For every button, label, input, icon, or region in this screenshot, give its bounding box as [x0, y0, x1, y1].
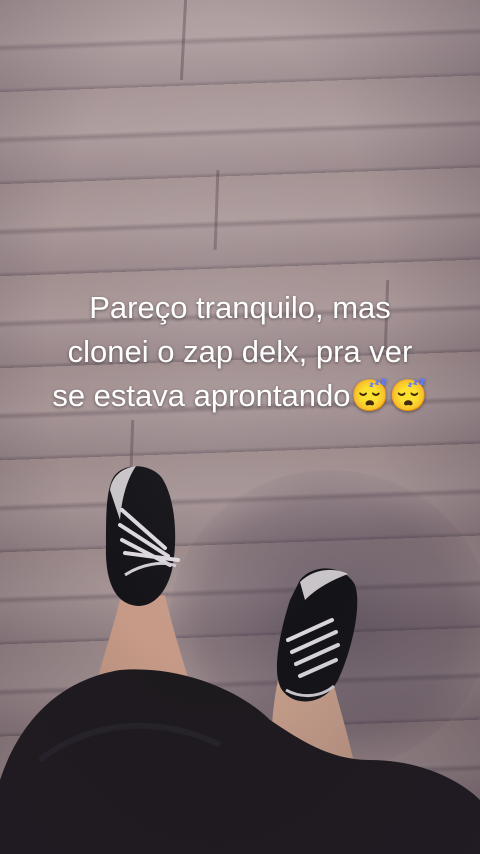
caption-line-2: clonei o zap delx, pra ver [67, 334, 413, 369]
caption-line-1: Pareço tranquilo, mas [89, 290, 391, 325]
story-caption: Pareço tranquilo, mas clonei o zap delx,… [0, 286, 480, 418]
caption-line-3: se estava aprontando😴😴 [52, 378, 428, 413]
vignette [0, 0, 480, 854]
photo-frame: Pareço tranquilo, mas clonei o zap delx,… [0, 0, 480, 854]
